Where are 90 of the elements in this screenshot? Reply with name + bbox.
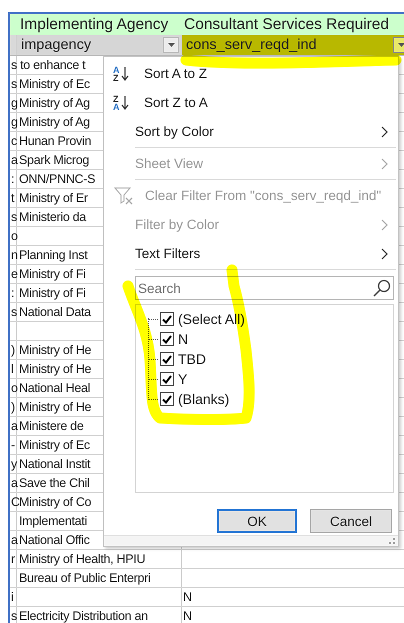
cell-text: National Heal (18, 380, 90, 396)
cell-text: Ministry of Ec (18, 76, 90, 92)
column-title: Consultant Services Required (183, 16, 390, 34)
cell-text: o (10, 228, 18, 245)
cell-text: g (10, 114, 18, 131)
cell-text: Ministry of Fi (18, 266, 86, 282)
cell-text: r (10, 551, 15, 568)
cell-text: a (10, 418, 18, 435)
cancel-button[interactable]: Cancel (310, 509, 392, 533)
cell-text: N (182, 608, 192, 623)
cell-text: e (10, 266, 18, 283)
cell-text: s (10, 608, 17, 623)
cell-text: a (10, 475, 18, 492)
column-title: Implementing Agency (19, 16, 168, 34)
cell-text: Ministry of Ec (18, 436, 90, 454)
check-icon (162, 314, 172, 324)
cell-text: Ministerio da (18, 208, 86, 226)
cell-text: s (10, 304, 17, 321)
cell-text: Implementati (18, 512, 87, 530)
cell-text: Ministry of Fi (18, 284, 86, 302)
cell-text: s (10, 76, 17, 93)
cell-text: n (10, 247, 18, 264)
checkbox[interactable] (160, 372, 174, 386)
chevron-right-icon (381, 126, 388, 138)
cell-text: Electricity Distribution an (18, 608, 148, 623)
cell-text: Planning Inst (18, 246, 88, 264)
field-name: impagency (21, 37, 92, 53)
checkbox[interactable] (160, 332, 174, 346)
cell-text: N (182, 588, 192, 606)
cell-text: y (10, 456, 17, 473)
cell-text: Ministry of Ag (18, 94, 90, 112)
cell-text: g (10, 95, 18, 112)
field-name: cons_serv_reqd_ind (186, 37, 317, 53)
cell-text: Bureau of Public Enterpri (18, 570, 150, 586)
cell-text: l (10, 361, 14, 378)
checkbox[interactable] (160, 352, 174, 366)
search-icon (373, 279, 391, 297)
cell-text: c (10, 133, 17, 150)
resize-grip-icon[interactable] (388, 537, 396, 545)
cell-text: Ministry of Health, HPIU (18, 550, 146, 568)
menu-item[interactable]: A Z Sort A to Z (104, 59, 398, 88)
ok-button[interactable]: OK (217, 509, 297, 533)
cell-text: Spark Microg (18, 152, 90, 168)
search-field[interactable]: Search (135, 276, 394, 300)
value-label: Y (178, 371, 188, 387)
cell-text: Ministry of He (18, 342, 92, 358)
cell-text: Ministry of Ag (18, 114, 90, 130)
value-label: TBD (178, 351, 206, 367)
cell-text: Ministere de (18, 418, 84, 434)
cell-text: Save the Chil (18, 474, 90, 492)
cell-text: - (10, 437, 15, 454)
chevron-right-icon (381, 248, 388, 260)
cell-text: s (10, 209, 17, 226)
chevron-right-icon (381, 218, 388, 230)
cell-text: Ministry of Co (19, 494, 92, 510)
check-icon (162, 334, 172, 344)
cell-text: C (10, 494, 20, 511)
check-icon (162, 374, 172, 384)
cell-text: National Data (18, 304, 91, 320)
cell-text: Hunan Provin (18, 132, 92, 150)
cell-text: a (10, 532, 18, 549)
caret-icon (168, 43, 174, 47)
menu-item[interactable]: Text Filters (104, 239, 398, 268)
checkbox[interactable] (160, 392, 174, 406)
cell-text: Ministry of He (18, 360, 92, 378)
menu-item[interactable]: Sort by Color (104, 117, 398, 146)
chevron-right-icon (381, 158, 388, 170)
cell-text: : (10, 171, 14, 188)
caret-icon (398, 43, 404, 47)
check-icon (162, 394, 172, 404)
value-label: N (178, 331, 188, 347)
value-label: (Blanks) (178, 391, 230, 407)
cell-text: a (10, 152, 18, 169)
cell-text: National Offic (18, 532, 90, 548)
cell-text: ) (10, 399, 15, 416)
cell-text: ONN/PNNC-S (18, 170, 96, 188)
checkbox[interactable] (160, 312, 174, 326)
check-icon (162, 354, 172, 364)
cell-text: ) (10, 342, 15, 359)
cell-text: : (10, 285, 14, 302)
filter-dropdown-button[interactable] (163, 37, 179, 53)
cell-text: s to enhance t (10, 57, 86, 74)
cell-text: Ministry of Er (18, 190, 88, 206)
filter-clear-icon (114, 186, 134, 204)
cell-text: o (10, 380, 18, 397)
cell-text: Ministry of He (18, 398, 92, 416)
cell-text: t (10, 190, 14, 207)
menu-item[interactable]: Z A Sort Z to A (104, 88, 398, 117)
cell-text: i (10, 589, 14, 606)
cell-text: National Instit (18, 456, 90, 472)
